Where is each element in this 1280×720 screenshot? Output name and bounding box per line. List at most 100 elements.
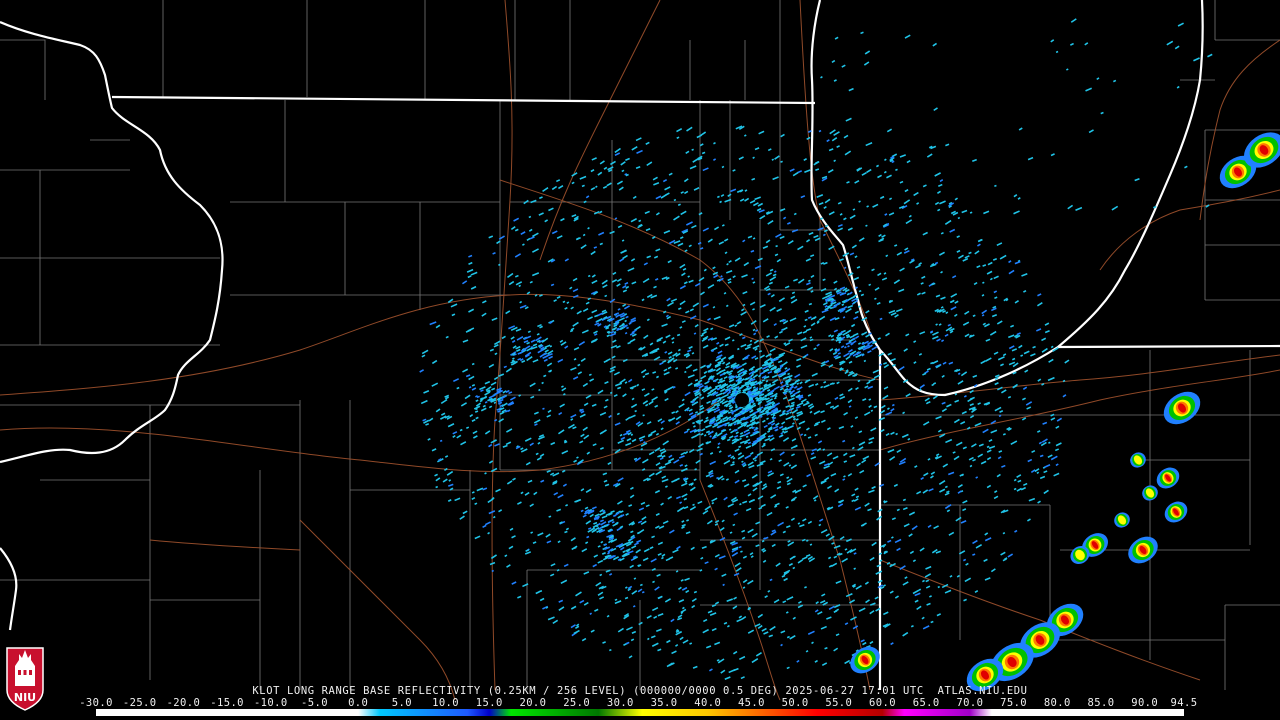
echo-speck	[440, 412, 446, 416]
echo-speck	[839, 393, 844, 397]
echo-speck	[827, 169, 834, 174]
echo-speck	[599, 411, 607, 416]
scale-tick-label: 0.0	[348, 697, 369, 709]
echo-speck	[902, 581, 909, 586]
echo-speck	[508, 545, 514, 550]
echo-speck	[1023, 289, 1027, 293]
echo-speck	[631, 438, 637, 443]
echo-speck	[835, 580, 842, 584]
echo-speck	[465, 426, 470, 429]
echo-speck	[700, 364, 706, 369]
echo-speck	[654, 404, 659, 408]
echo-speck	[636, 383, 640, 387]
echo-speck	[821, 593, 826, 597]
echo-speck	[939, 488, 946, 493]
echo-speck	[893, 483, 899, 487]
echo-speck	[719, 373, 724, 377]
echo-speck	[573, 459, 578, 463]
echo-speck	[524, 491, 530, 496]
echo-speck	[755, 521, 761, 525]
echo-speck	[921, 275, 926, 280]
echo-speck	[651, 535, 655, 539]
echo-speck	[741, 460, 744, 463]
echo-speck	[788, 562, 793, 567]
echo-speck	[826, 427, 831, 431]
echo-speck	[926, 367, 931, 371]
echo-speck	[983, 210, 990, 215]
echo-speck	[869, 610, 875, 615]
echo-speck	[954, 300, 959, 304]
echo-speck	[508, 280, 515, 286]
echo-speck	[865, 334, 870, 338]
echo-speck	[823, 381, 827, 384]
echo-speck	[637, 588, 643, 593]
echo-speck	[777, 521, 785, 527]
echo-speck	[854, 506, 862, 511]
echo-speck	[923, 421, 930, 426]
echo-speck	[579, 413, 586, 418]
echo-speck	[786, 221, 791, 225]
echo-speck	[743, 483, 750, 488]
echo-speck	[789, 168, 795, 172]
echo-speck	[741, 308, 745, 312]
echo-speck	[510, 226, 516, 231]
echo-speck	[842, 316, 846, 319]
echo-speck	[546, 540, 552, 544]
echo-speck	[691, 604, 696, 609]
echo-speck	[591, 157, 597, 161]
echo-speck	[1055, 50, 1059, 54]
echo-speck	[809, 543, 813, 546]
echo-speck	[575, 236, 581, 241]
echo-speck	[973, 281, 978, 286]
echo-speck	[890, 408, 895, 412]
echo-speck	[742, 479, 747, 482]
echo-speck	[718, 555, 726, 560]
storm-cell	[1114, 512, 1130, 528]
echo-speck	[792, 381, 797, 385]
echo-speck	[682, 267, 687, 271]
echo-speck	[684, 391, 691, 397]
echo-speck	[904, 34, 911, 39]
echo-speck	[989, 330, 997, 336]
echo-speck	[927, 457, 931, 461]
echo-speck	[723, 292, 727, 295]
echo-speck	[673, 215, 680, 221]
echo-speck	[821, 662, 828, 667]
echo-speck	[868, 283, 872, 287]
echo-speck	[997, 356, 1005, 361]
echo-speck	[583, 601, 589, 606]
echo-speck	[916, 490, 922, 495]
echo-speck	[843, 460, 848, 463]
echo-speck	[585, 301, 590, 305]
echo-speck	[729, 531, 733, 534]
echo-speck	[931, 360, 939, 365]
echo-speck	[1177, 22, 1184, 27]
echo-speck	[734, 469, 740, 474]
echo-speck	[937, 585, 941, 589]
echo-speck	[506, 564, 511, 568]
echo-speck	[601, 552, 606, 555]
echo-speck	[447, 499, 452, 502]
echo-speck	[442, 478, 448, 483]
echo-speck	[972, 539, 978, 545]
echo-speck	[751, 474, 758, 479]
echo-speck	[944, 219, 952, 225]
echo-speck	[460, 441, 467, 446]
echo-speck	[835, 633, 840, 637]
echo-speck	[1008, 269, 1015, 275]
echo-speck	[844, 659, 851, 665]
echo-speck	[596, 317, 603, 323]
echo-speck	[626, 437, 632, 442]
echo-speck	[820, 410, 825, 414]
echo-speck	[883, 386, 889, 390]
echo-speck	[785, 412, 790, 416]
echo-speck	[781, 421, 786, 425]
echo-speck	[683, 178, 689, 183]
echo-speck	[617, 308, 621, 311]
echo-speck	[971, 443, 977, 448]
echo-speck	[823, 261, 828, 265]
echo-speck	[1048, 358, 1054, 363]
echo-speck	[1047, 454, 1053, 459]
echo-speck	[695, 411, 699, 414]
echo-speck	[697, 442, 704, 448]
